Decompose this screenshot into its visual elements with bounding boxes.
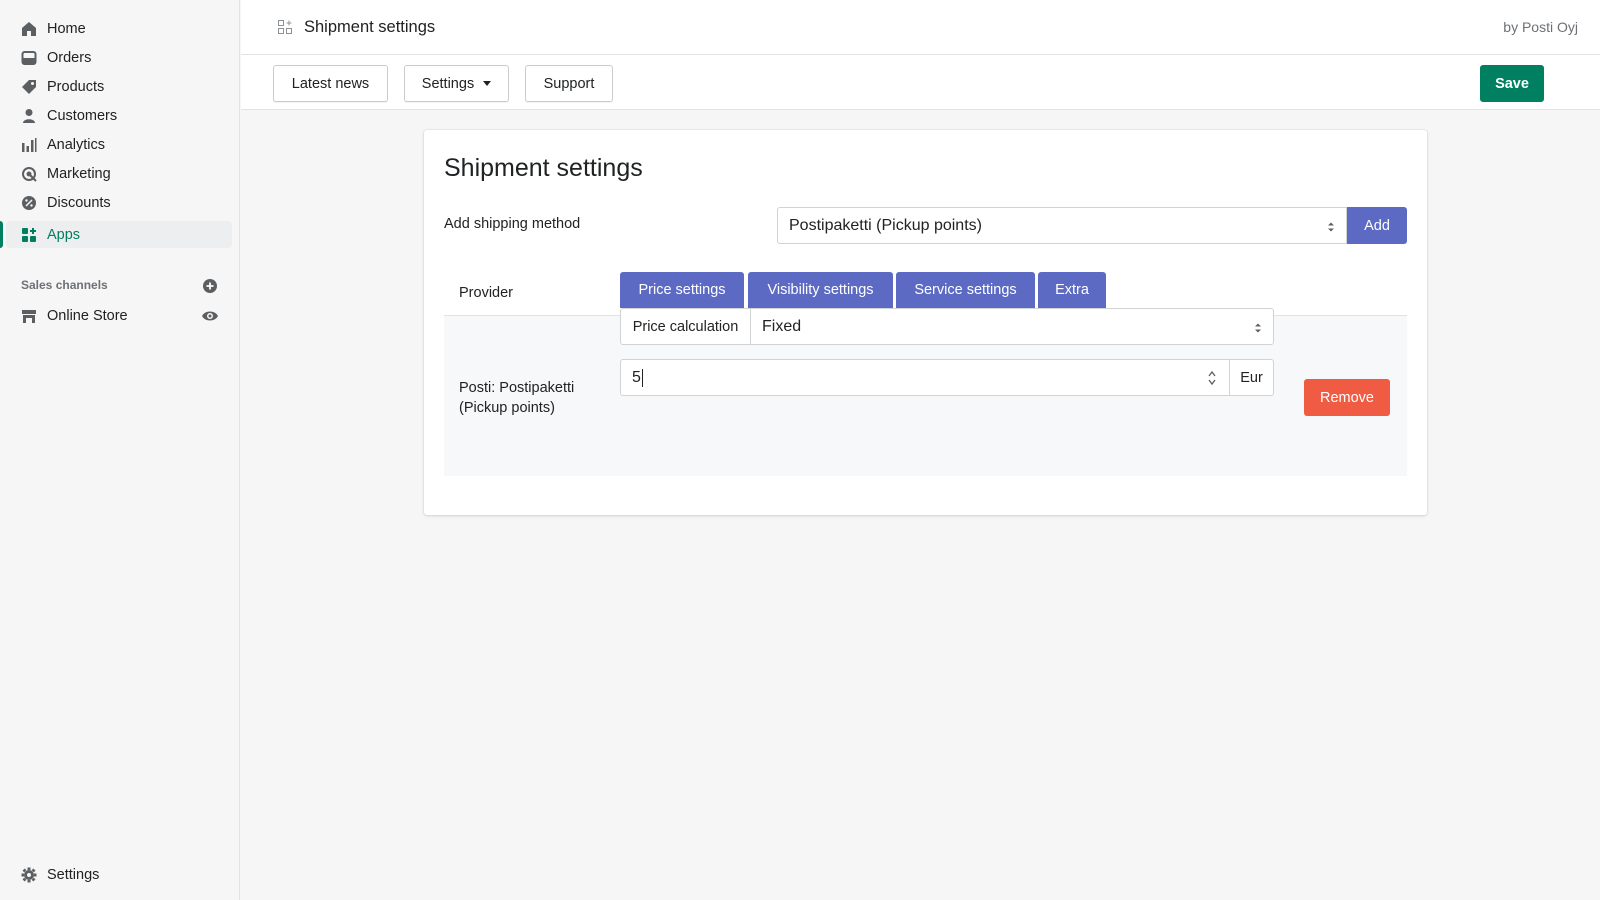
shipping-method-value: Postipaketti (Pickup points) [789,216,982,234]
sidebar-item-marketing[interactable]: Marketing [6,160,232,187]
shipment-settings-card: Shipment settings Add shipping method Po… [424,130,1427,515]
provider-name: Posti: Postipaketti (Pickup points) [459,380,575,416]
price-input[interactable]: 5 [620,359,1230,396]
settings-dropdown-button[interactable]: Settings [404,65,509,102]
bar-chart-icon [21,137,37,153]
eye-icon[interactable] [201,308,219,324]
sidebar-item-online-store[interactable]: Online Store [6,302,232,329]
add-method-button[interactable]: Add [1347,207,1407,244]
latest-news-button[interactable]: Latest news [273,65,388,102]
shipping-method-select[interactable]: Postipaketti (Pickup points) [777,207,1347,244]
tab-visibility-settings[interactable]: Visibility settings [748,272,893,308]
sidebar-item-label: Home [47,20,86,37]
tab-label: Visibility settings [767,282,874,298]
support-label: Support [543,75,595,92]
sidebar-item-apps[interactable]: Apps [6,221,232,248]
sidebar-item-customers[interactable]: Customers [6,102,232,129]
tab-label: Extra [1055,282,1089,298]
sidebar-item-label: Discounts [47,194,111,211]
home-icon [21,21,37,37]
sidebar-item-products[interactable]: Products [6,73,232,100]
sidebar-item-orders[interactable]: Orders [6,44,232,71]
remove-button[interactable]: Remove [1304,379,1390,416]
price-calculation-value: Fixed [762,317,802,335]
app-grid-icon [278,20,292,34]
tab-service-settings[interactable]: Service settings [896,272,1035,308]
active-indicator [0,221,3,248]
tab-label: Service settings [914,282,1017,298]
tag-icon [21,79,37,95]
sidebar-item-analytics[interactable]: Analytics [6,131,232,158]
latest-news-label: Latest news [291,75,370,92]
action-bar: Latest news Settings Support Save [241,55,1600,110]
support-button[interactable]: Support [525,65,613,102]
price-unit: Eur [1229,359,1274,396]
provider-column-header: Provider [459,285,513,301]
gear-icon [21,867,37,883]
remove-label: Remove [1320,389,1374,406]
sidebar-item-label: Apps [47,226,81,243]
store-icon [21,308,37,324]
price-input-value: 5 [632,368,641,386]
orders-icon [21,50,37,66]
target-icon [21,166,37,182]
sidebar: Home Orders Products Customers Analytics… [0,0,240,900]
sidebar-item-label: Products [47,78,105,95]
add-shipping-method-label: Add shipping method [444,216,581,232]
select-arrows-icon [1254,321,1262,333]
text-cursor [641,368,643,387]
sidebar-item-label: Online Store [47,307,128,324]
caret-down-icon [483,81,492,86]
tab-extra[interactable]: Extra [1038,272,1106,308]
number-spinner-icon[interactable] [1208,370,1216,386]
sidebar-item-settings[interactable]: Settings [6,861,232,888]
sidebar-item-discounts[interactable]: Discounts [6,189,232,216]
sidebar-item-label: Customers [47,107,118,124]
sidebar-item-label: Settings [47,866,100,883]
apps-icon [21,227,37,243]
price-calculation-group: Price calculation Fixed [620,308,1274,345]
price-calculation-label: Price calculation [620,308,751,345]
sidebar-item-label: Analytics [47,136,106,153]
sidebar-item-label: Marketing [47,165,111,182]
price-calculation-select[interactable]: Fixed [750,308,1274,345]
save-button[interactable]: Save [1480,65,1544,102]
app-byline: by Posti Oyj [1503,19,1578,35]
tab-price-settings[interactable]: Price settings [620,272,744,308]
card-title: Shipment settings [444,154,643,182]
price-input-group: 5 Eur [620,359,1274,396]
settings-label: Settings [421,75,475,92]
page-title: Shipment settings [304,18,436,36]
app-header: Shipment settings by Posti Oyj [241,0,1600,55]
sidebar-item-label: Orders [47,49,92,66]
sales-channels-heading: Sales channels [21,278,108,292]
add-sales-channel-icon[interactable] [202,278,218,294]
tab-label: Price settings [638,282,726,298]
select-arrows-icon [1327,220,1335,232]
person-icon [21,108,37,124]
save-label: Save [1495,75,1529,92]
discount-icon [21,195,37,211]
add-label: Add [1364,217,1390,234]
sidebar-item-home[interactable]: Home [6,15,232,42]
